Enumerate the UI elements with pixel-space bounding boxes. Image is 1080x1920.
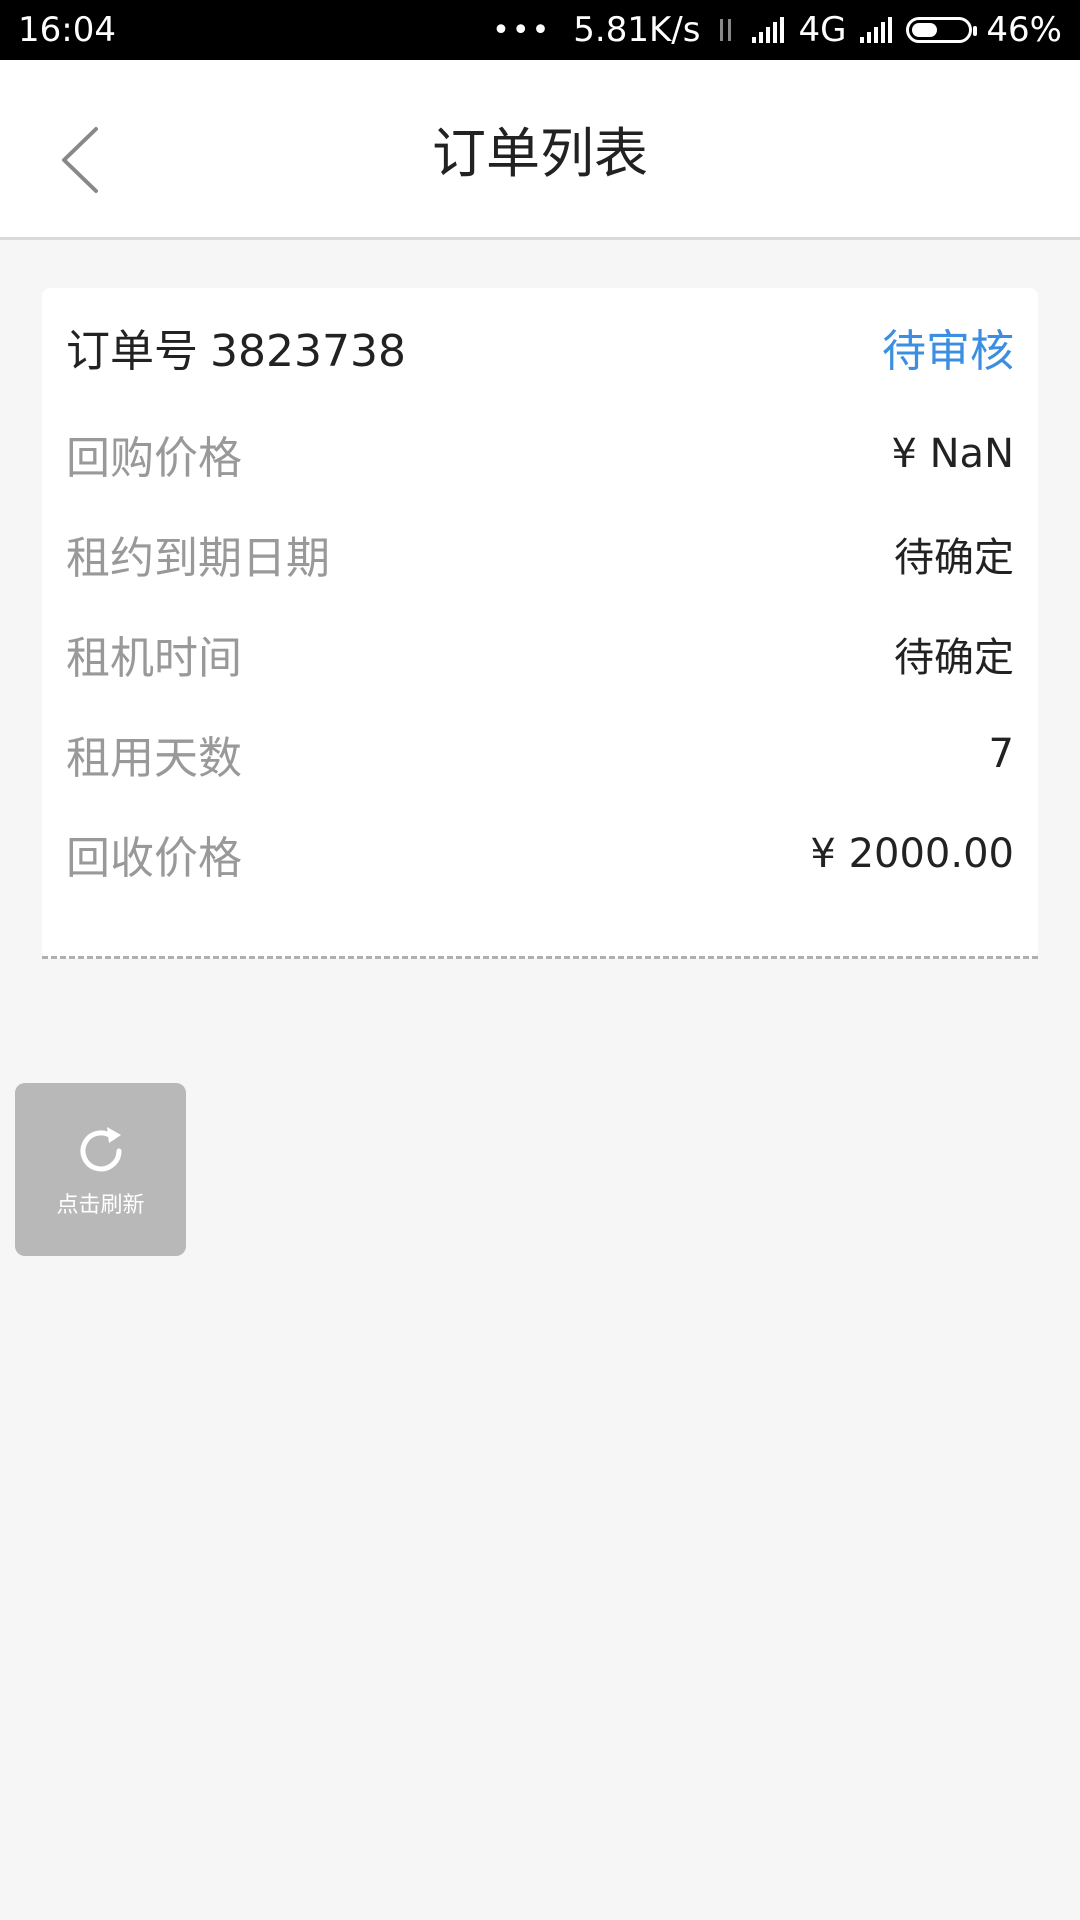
detail-row-lease-expiry: 租约到期日期 待确定 [66, 514, 1014, 594]
detail-label: 租约到期日期 [66, 533, 330, 584]
app-header: 订单列表 [0, 60, 1080, 240]
detail-value: 7 [988, 731, 1014, 777]
order-status: 待审核 [882, 326, 1014, 377]
order-number-value: 3823738 [210, 326, 406, 377]
detail-row-recycle-price: 回收价格 ¥ 2000.00 [66, 814, 1014, 894]
order-header: 订单号 3823738 待审核 [66, 312, 1014, 382]
battery-nub [973, 26, 978, 36]
detail-value: ¥ 2000.00 [810, 831, 1014, 877]
more-notifications-icon: ••• [492, 12, 552, 48]
refresh-label: 点击刷新 [56, 1192, 145, 1218]
signal-strength-icon [752, 17, 785, 43]
detail-label: 回购价格 [66, 433, 242, 484]
detail-row-rental-time: 租机时间 待确定 [66, 614, 1014, 694]
order-number-label: 订单号 [66, 326, 198, 377]
detail-value: 待确定 [894, 635, 1014, 681]
detail-value: 待确定 [894, 535, 1014, 581]
page-title: 订单列表 [432, 122, 648, 185]
card-divider [42, 956, 1038, 959]
battery-percent: 46% [986, 10, 1062, 50]
signal-strength-icon-2 [860, 17, 893, 43]
detail-label: 租用天数 [66, 733, 242, 784]
network-speed: 5.81K/s [573, 10, 701, 50]
order-card[interactable]: 订单号 3823738 待审核 回购价格 ¥ NaN 租约到期日期 待确定 租机时… [42, 288, 1038, 958]
status-indicators: ••• 5.81K/s 4G 46% [492, 10, 1062, 50]
data-activity-icon [714, 15, 738, 45]
detail-value: ¥ NaN [891, 431, 1014, 477]
detail-label: 回收价格 [66, 833, 242, 884]
battery-level [912, 23, 938, 37]
battery-icon [906, 17, 978, 43]
refresh-button[interactable]: 点击刷新 [15, 1083, 186, 1256]
status-time: 16:04 [18, 10, 116, 50]
status-bar: 16:04 ••• 5.81K/s 4G 46% [0, 0, 1080, 60]
network-type: 4G [798, 10, 847, 50]
order-number: 订单号 3823738 [66, 315, 406, 379]
detail-row-buyback-price: 回购价格 ¥ NaN [66, 414, 1014, 494]
detail-row-rental-days: 租用天数 7 [66, 714, 1014, 794]
refresh-icon [80, 1126, 121, 1171]
detail-label: 租机时间 [66, 633, 242, 684]
